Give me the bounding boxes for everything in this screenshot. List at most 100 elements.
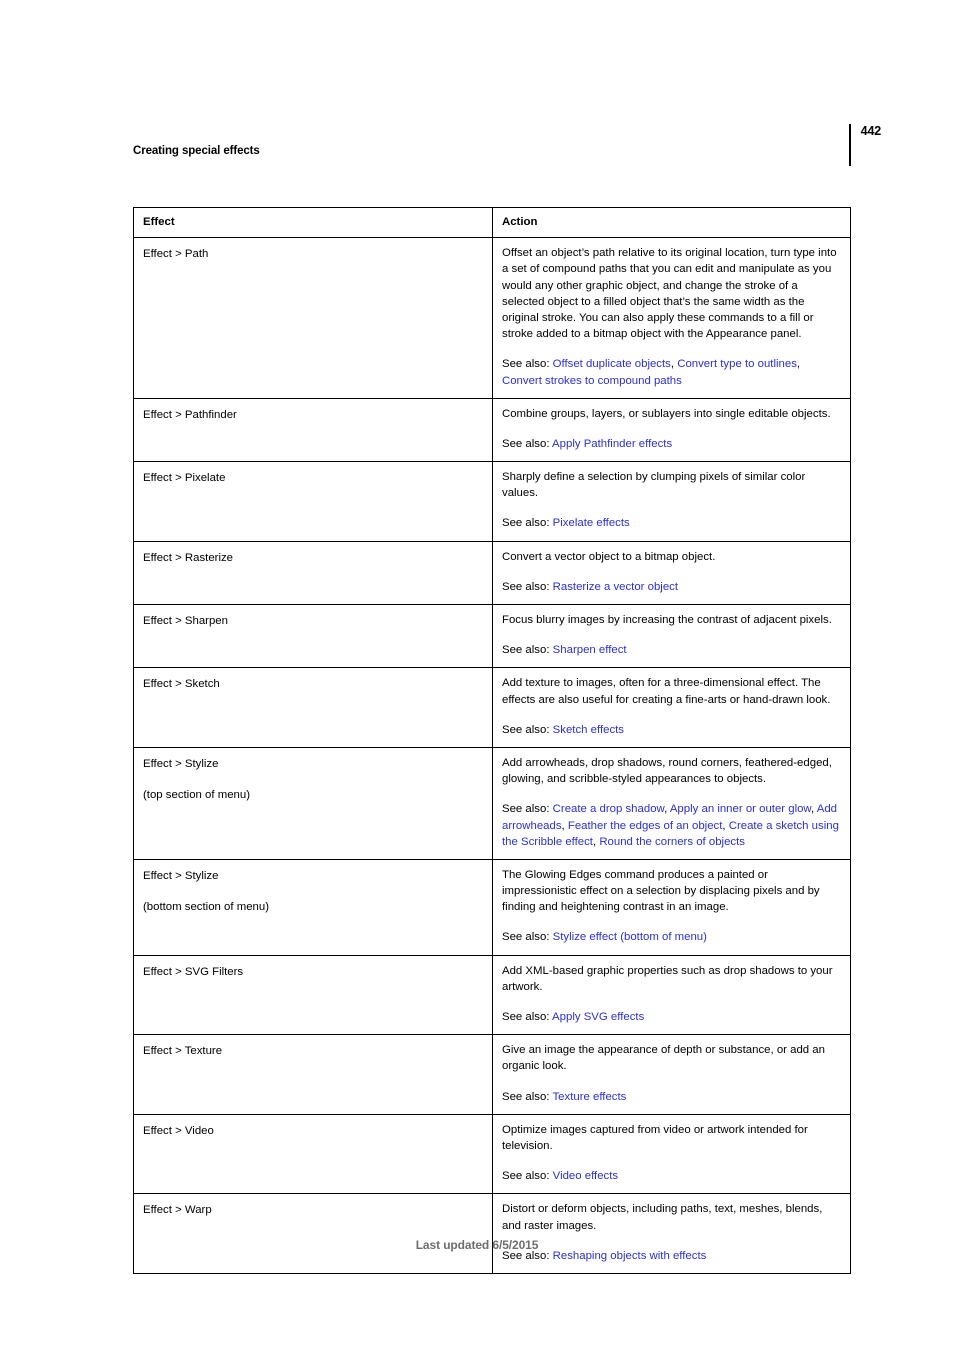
action-description: Sharply define a selection by clumping p… xyxy=(502,471,806,500)
page-folio: 442 xyxy=(849,124,881,166)
action-cell: Offset an object’s path relative to its … xyxy=(492,237,851,399)
table-row: Effect > Video Optimize images captured f… xyxy=(133,1113,851,1195)
see-also-link[interactable]: Texture effects xyxy=(552,1091,626,1103)
see-also-link[interactable]: Feather the edges of an object xyxy=(568,820,723,832)
action-description: Offset an object’s path relative to its … xyxy=(502,247,837,341)
action-description: Convert a vector object to a bitmap obje… xyxy=(502,550,716,563)
see-also-line: See also: Apply SVG effects xyxy=(502,1009,841,1025)
see-also-link[interactable]: Convert strokes to compound paths xyxy=(502,375,682,387)
action-cell: Give an image the appearance of depth or… xyxy=(492,1034,851,1115)
column-header-action: Action xyxy=(492,206,851,239)
folio-rule xyxy=(849,124,851,166)
action-cell: Add XML-based graphic properties such as… xyxy=(492,954,851,1036)
see-also-link[interactable]: Pixelate effects xyxy=(553,517,630,529)
table-body: Effect > Path Offset an object’s path rel… xyxy=(133,237,851,1274)
action-cell: Sharply define a selection by clumping p… xyxy=(492,461,851,542)
running-head: Creating special effects xyxy=(133,145,260,157)
action-description: Add XML-based graphic properties such as… xyxy=(502,964,833,993)
effect-name: Effect > Sharpen xyxy=(143,615,228,627)
see-also-line: See also: Rasterize a vector object xyxy=(502,579,841,595)
see-also-link[interactable]: Apply SVG effects xyxy=(552,1011,644,1023)
effect-subnote: (bottom section of menu) xyxy=(143,901,269,914)
see-also-label: See also: xyxy=(502,1011,550,1023)
see-also-link[interactable]: Apply Pathfinder effects xyxy=(552,438,672,450)
see-also-line: See also: Create a drop shadow, Apply an… xyxy=(502,803,839,848)
see-also-link[interactable]: Create a drop shadow xyxy=(553,803,664,815)
effect-name: Effect > Pixelate xyxy=(143,472,226,485)
see-also-link[interactable]: Sketch effects xyxy=(553,724,624,736)
table-row: Effect > Path Offset an object’s path rel… xyxy=(133,237,851,399)
effect-cell: Effect > Video xyxy=(133,1113,493,1195)
effect-cell: Effect > Path xyxy=(133,237,493,399)
see-also-label: See also: xyxy=(502,580,550,593)
action-description: Add arrowheads, drop shadows, round corn… xyxy=(502,756,832,786)
effects-table-container: Effect Action Effect > Path Offset an obj… xyxy=(133,206,851,1274)
action-description: Add texture to images, often for a three… xyxy=(502,677,831,706)
see-also-line: See also: Pixelate effects xyxy=(502,515,841,531)
action-cell: Optimize images captured from video or a… xyxy=(492,1113,851,1195)
effect-cell: Effect > Pathfinder xyxy=(133,397,493,463)
action-cell: Focus blurry images by increasing the co… xyxy=(492,603,851,669)
table-row: Effect > Pathfinder Combine groups, layer… xyxy=(133,397,851,463)
see-also-line: See also: Offset duplicate objects, Conv… xyxy=(502,358,801,387)
see-also-link[interactable]: Offset duplicate objects xyxy=(553,358,671,370)
see-also-label: See also: xyxy=(502,803,550,816)
effect-name: Effect > Rasterize xyxy=(143,551,234,564)
table-row: Effect > Warp Distort or deform objects, … xyxy=(133,1193,851,1274)
see-also-label: See also: xyxy=(502,644,550,657)
effect-name: Effect > Stylize xyxy=(143,757,219,770)
column-header-effect: Effect xyxy=(133,206,493,239)
table-header-row: Effect Action xyxy=(133,206,851,239)
table-row: Effect > Sketch Add texture to images, of… xyxy=(133,667,851,748)
effect-name: Effect > Stylize xyxy=(143,869,219,882)
see-also-link[interactable]: Stylize effect (bottom of menu) xyxy=(553,931,707,943)
table-row: Effect > Stylize (bottom section of menu)… xyxy=(133,858,851,956)
table-row: Effect > Sharpen Focus blurry images by i… xyxy=(133,603,851,669)
see-also-label: See also: xyxy=(502,1170,550,1183)
effect-name: Effect > Pathfinder xyxy=(143,408,237,421)
see-also-line: See also: Texture effects xyxy=(502,1089,841,1105)
effect-name: Effect > Sketch xyxy=(143,678,220,691)
see-also-label: See also: xyxy=(502,517,550,530)
see-also-line: See also: Sharpen effect xyxy=(502,642,841,658)
action-description: Give an image the appearance of depth or… xyxy=(502,1044,825,1073)
action-description: Optimize images captured from video or a… xyxy=(502,1123,808,1152)
see-also-link[interactable]: Round the corners of objects xyxy=(599,836,745,848)
action-cell: Add texture to images, often for a three… xyxy=(492,667,851,748)
see-also-link[interactable]: Rasterize a vector object xyxy=(553,581,678,593)
see-also-line: See also: Sketch effects xyxy=(502,722,841,738)
table-row: Effect > Pixelate Sharply define a select… xyxy=(133,461,851,542)
action-description: Distort or deform objects, including pat… xyxy=(502,1203,823,1232)
see-also-link[interactable]: Apply an inner or outer glow xyxy=(670,803,811,815)
effects-table: Effect Action Effect > Path Offset an obj… xyxy=(133,206,851,1274)
action-description: The Glowing Edges command produces a pai… xyxy=(502,868,820,914)
effect-cell: Effect > Sharpen xyxy=(133,603,493,669)
effect-name: Effect > Texture xyxy=(143,1045,223,1058)
effect-cell: Effect > SVG Filters xyxy=(133,954,493,1036)
see-also-label: See also: xyxy=(502,437,550,450)
see-also-line: See also: Video effects xyxy=(502,1168,841,1184)
effect-subnote: (top section of menu) xyxy=(143,789,250,802)
see-also-label: See also: xyxy=(502,931,550,944)
table-row: Effect > SVG Filters Add XML-based graphi… xyxy=(133,954,851,1036)
effect-cell: Effect > Rasterize xyxy=(133,540,493,606)
action-cell: Add arrowheads, drop shadows, round corn… xyxy=(492,746,851,860)
effect-name: Effect > Warp xyxy=(143,1204,212,1217)
see-also-link[interactable]: Sharpen effect xyxy=(553,644,627,656)
effect-cell: Effect > Sketch xyxy=(133,667,493,748)
action-cell: Combine groups, layers, or sublayers int… xyxy=(492,397,851,463)
see-also-line: See also: Apply Pathfinder effects xyxy=(502,436,841,452)
effect-cell: Effect > Texture xyxy=(133,1034,493,1115)
see-also-link[interactable]: Video effects xyxy=(553,1170,618,1182)
see-also-line: See also: Stylize effect (bottom of menu… xyxy=(502,929,841,945)
footer-last-updated: Last updated 6/5/2015 xyxy=(415,1238,539,1252)
effect-name: Effect > Video xyxy=(143,1124,214,1137)
action-cell: Distort or deform objects, including pat… xyxy=(492,1193,851,1274)
action-description: Combine groups, layers, or sublayers int… xyxy=(502,407,831,420)
see-also-label: See also: xyxy=(502,358,550,371)
see-also-link[interactable]: Convert type to outlines xyxy=(677,358,797,370)
effect-name: Effect > SVG Filters xyxy=(143,965,244,978)
action-cell: The Glowing Edges command produces a pai… xyxy=(492,858,851,956)
effect-cell: Effect > Warp xyxy=(133,1193,493,1274)
effect-cell: Effect > Pixelate xyxy=(133,461,493,542)
